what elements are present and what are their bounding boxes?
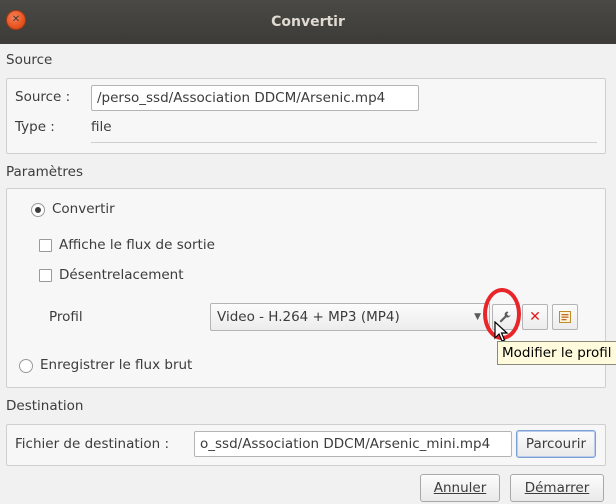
profile-select-value: Video - H.264 + MP3 (MP4) (217, 309, 400, 325)
convert-label: Convertir (52, 201, 115, 217)
type-value: file (91, 119, 112, 135)
red-x-icon: ✕ (529, 309, 541, 325)
browse-button[interactable]: Parcourir (516, 430, 596, 458)
tooltip: Modifier le profil (497, 341, 616, 365)
window-title: Convertir (271, 14, 345, 30)
destination-file-label: Fichier de destination : (15, 436, 170, 452)
list-icon (559, 311, 571, 323)
deinterlace-label: Désentrelacement (59, 267, 184, 283)
profile-select[interactable]: Video - H.264 + MP3 (MP4) ▼ (210, 303, 490, 331)
cancel-label: Annuler (433, 480, 487, 496)
raw-dump-label: Enregistrer le flux brut (40, 357, 193, 373)
mouse-cursor-icon (494, 321, 509, 342)
title-bar: ✕ Convertir (0, 0, 616, 44)
profile-label: Profil (49, 309, 83, 325)
convert-radio[interactable] (31, 203, 45, 217)
convert-dialog: ✕ Convertir Source Source : /perso_ssd/A… (0, 0, 616, 504)
close-icon: ✕ (11, 14, 21, 25)
type-label: Type : (15, 119, 55, 135)
start-button[interactable]: Démarrer (510, 474, 604, 502)
destination-file-input[interactable]: o_ssd/Association DDCM/Arsenic_mini.mp4 (194, 431, 512, 457)
destination-section-label: Destination (6, 398, 84, 414)
divider (91, 142, 597, 143)
close-window-button[interactable]: ✕ (6, 10, 26, 30)
deinterlace-checkbox[interactable] (39, 269, 52, 282)
source-section-label: Source (6, 52, 53, 68)
cancel-button[interactable]: Annuler (420, 474, 500, 502)
new-profile-button[interactable] (552, 304, 578, 330)
show-output-label: Affiche le flux de sortie (59, 237, 215, 253)
chevron-down-icon: ▼ (474, 312, 481, 322)
source-group: Source : /perso_ssd/Association DDCM/Ars… (6, 78, 606, 154)
start-label: Démarrer (524, 480, 590, 496)
parameters-section-label: Paramètres (6, 164, 83, 180)
source-label: Source : (15, 89, 71, 105)
delete-profile-button[interactable]: ✕ (522, 304, 548, 330)
raw-dump-radio[interactable] (19, 359, 33, 373)
destination-group: Fichier de destination : o_ssd/Associati… (6, 424, 606, 466)
show-output-checkbox[interactable] (39, 239, 52, 252)
source-input[interactable]: /perso_ssd/Association DDCM/Arsenic.mp4 (91, 85, 419, 111)
tooltip-text: Modifier le profil (502, 345, 612, 361)
